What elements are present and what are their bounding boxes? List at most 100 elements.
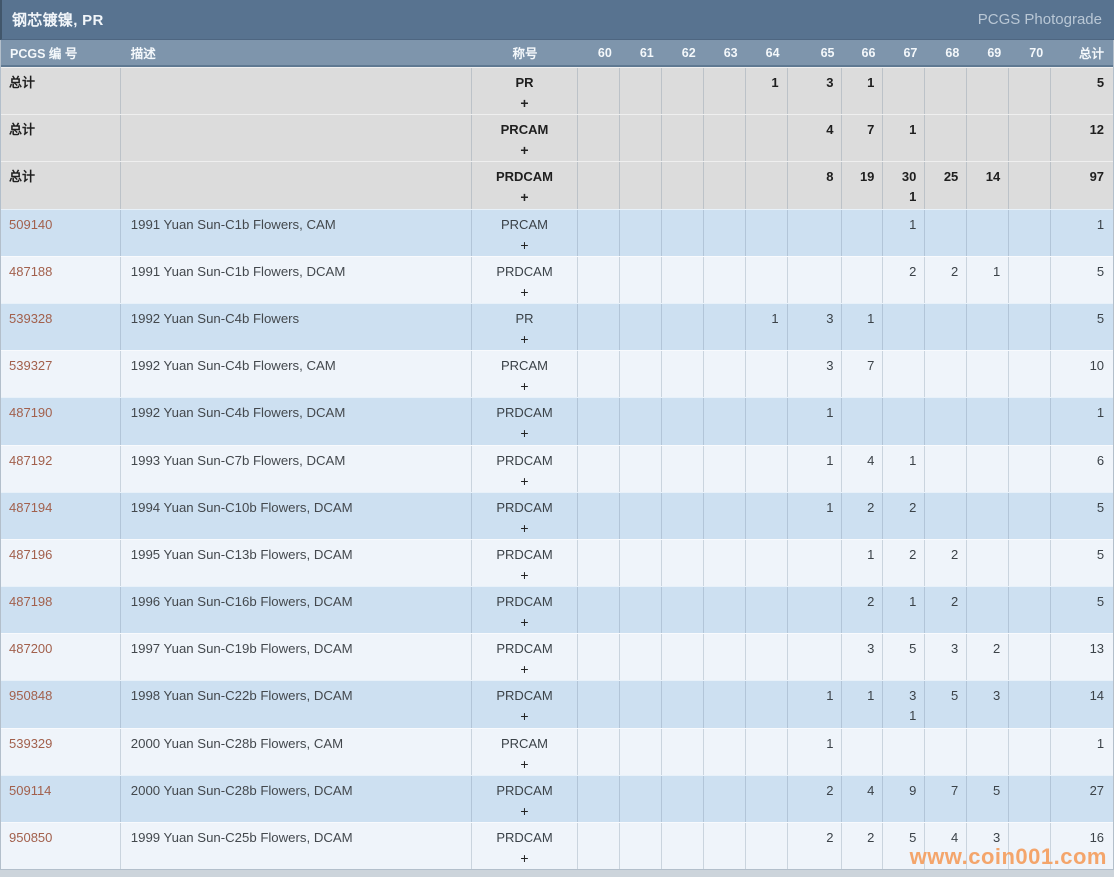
grade-cell-70 bbox=[1009, 587, 1051, 633]
grade-cell-62 bbox=[662, 446, 704, 492]
row-total-cell: 13 bbox=[1051, 634, 1113, 680]
row-total-value: 1 bbox=[1051, 734, 1104, 754]
grade-cell-66 bbox=[842, 729, 883, 775]
coin-description: 1991 Yuan Sun-C1b Flowers, CAM bbox=[131, 215, 471, 235]
pcgs-number-link[interactable]: 539328 bbox=[9, 311, 52, 326]
grade-cell-70 bbox=[1009, 304, 1051, 350]
grade-cell-65: 3 bbox=[788, 304, 843, 350]
designation-label: PRCAM bbox=[472, 356, 577, 376]
coin-description-cell: 1997 Yuan Sun-C19b Flowers, DCAM bbox=[121, 634, 472, 680]
designation-plus-label: + bbox=[472, 565, 577, 585]
row-total-cell: 5 bbox=[1051, 493, 1113, 539]
designation-label: PRDCAM bbox=[472, 828, 577, 848]
coin-description-cell: 1998 Yuan Sun-C22b Flowers, DCAM bbox=[121, 681, 472, 727]
grade-cell-70 bbox=[1009, 162, 1051, 208]
grade-cell-62 bbox=[662, 823, 704, 869]
row-total-cell: 27 bbox=[1051, 776, 1113, 822]
grade-cell-67: 5 bbox=[883, 823, 925, 869]
grade-cell-68: 3 bbox=[925, 634, 967, 680]
grade-cell-64 bbox=[746, 587, 788, 633]
header-grade-64: 64 bbox=[746, 46, 788, 60]
grade-cell-63 bbox=[704, 681, 746, 727]
pcgs-number-link[interactable]: 487200 bbox=[9, 641, 52, 656]
pcgs-number-link[interactable]: 509114 bbox=[9, 783, 51, 798]
pcgs-number-cell: 539329 bbox=[1, 729, 121, 775]
coin-description: 1992 Yuan Sun-C4b Flowers bbox=[131, 309, 471, 329]
grade-cell-69 bbox=[967, 351, 1009, 397]
designation-label: PRDCAM bbox=[472, 781, 577, 801]
row-total-value: 97 bbox=[1051, 167, 1104, 187]
photograde-link[interactable]: PCGS Photograde bbox=[978, 11, 1102, 28]
grade-cell-60 bbox=[578, 823, 620, 869]
coin-description: 1992 Yuan Sun-C4b Flowers, CAM bbox=[131, 356, 471, 376]
pcgs-number-link[interactable]: 950848 bbox=[9, 688, 52, 703]
grade-cell-66: 4 bbox=[842, 776, 883, 822]
page-title: 钢芯镀镍, PR bbox=[12, 9, 104, 30]
designation-cell: PRDCAM+ bbox=[472, 257, 578, 303]
grade-cell-65: 8 bbox=[788, 162, 843, 208]
coin-description-cell: 1993 Yuan Sun-C7b Flowers, DCAM bbox=[121, 446, 472, 492]
grade-cell-61 bbox=[620, 162, 662, 208]
table-row: 4871981996 Yuan Sun-C16b Flowers, DCAMPR… bbox=[1, 586, 1113, 633]
table-row: 总计PRCAM+47112 bbox=[1, 114, 1113, 161]
grade-cell-65: 1 bbox=[788, 446, 843, 492]
coin-description-cell: 1991 Yuan Sun-C1b Flowers, CAM bbox=[121, 210, 472, 256]
pcgs-number-link[interactable]: 487192 bbox=[9, 453, 52, 468]
grade-cell-64 bbox=[746, 446, 788, 492]
grade-cell-69 bbox=[967, 729, 1009, 775]
designation-label: PRDCAM bbox=[472, 639, 577, 659]
pcgs-number-link[interactable]: 509140 bbox=[9, 217, 52, 232]
grade-cell-68 bbox=[925, 304, 967, 350]
pcgs-number-link[interactable]: 487188 bbox=[9, 264, 52, 279]
grade-cell-70 bbox=[1009, 68, 1051, 114]
grade-cell-62 bbox=[662, 304, 704, 350]
pcgs-number-link[interactable]: 539327 bbox=[9, 358, 52, 373]
designation-plus-label: + bbox=[472, 706, 577, 726]
pcgs-number-cell: 539328 bbox=[1, 304, 121, 350]
grade-cell-63 bbox=[704, 115, 746, 161]
coin-description: 1996 Yuan Sun-C16b Flowers, DCAM bbox=[131, 592, 471, 612]
designation-cell: PRCAM+ bbox=[472, 115, 578, 161]
pcgs-number-link[interactable]: 487190 bbox=[9, 405, 52, 420]
row-total-value: 14 bbox=[1051, 686, 1104, 706]
pcgs-number-link[interactable]: 487198 bbox=[9, 594, 52, 609]
population-table: PCGS 编 号 描述 称号 60 61 62 63 64 65 66 67 6… bbox=[0, 40, 1114, 870]
table-row: 5091142000 Yuan Sun-C28b Flowers, DCAMPR… bbox=[1, 775, 1113, 822]
grade-cell-64 bbox=[746, 493, 788, 539]
pcgs-number-link[interactable]: 950850 bbox=[9, 830, 52, 845]
grade-cell-67: 9 bbox=[883, 776, 925, 822]
designation-cell: PRDCAM+ bbox=[472, 162, 578, 208]
grade-cell-68 bbox=[925, 398, 967, 444]
grade-cell-60 bbox=[578, 634, 620, 680]
designation-label: PRDCAM bbox=[472, 403, 577, 423]
row-total-value: 13 bbox=[1051, 639, 1104, 659]
grade-cell-65: 1 bbox=[788, 729, 843, 775]
coin-description: 1991 Yuan Sun-C1b Flowers, DCAM bbox=[131, 262, 471, 282]
grade-cell-63 bbox=[704, 351, 746, 397]
grade-cell-63 bbox=[704, 162, 746, 208]
grade-cell-65 bbox=[788, 257, 843, 303]
pcgs-number-link[interactable]: 487196 bbox=[9, 547, 52, 562]
grade-cell-68: 5 bbox=[925, 681, 967, 727]
designation-cell: PRDCAM+ bbox=[472, 634, 578, 680]
grade-cell-63 bbox=[704, 304, 746, 350]
grade-cell-63 bbox=[704, 729, 746, 775]
designation-plus-label: + bbox=[472, 93, 577, 113]
designation-plus-label: + bbox=[472, 329, 577, 349]
coin-description-cell: 1994 Yuan Sun-C10b Flowers, DCAM bbox=[121, 493, 472, 539]
grade-cell-61 bbox=[620, 540, 662, 586]
grade-cell-64: 1 bbox=[746, 68, 788, 114]
table-row: 4871921993 Yuan Sun-C7b Flowers, DCAMPRD… bbox=[1, 445, 1113, 492]
grade-cell-61 bbox=[620, 729, 662, 775]
grade-cell-63 bbox=[704, 68, 746, 114]
grade-cell-60 bbox=[578, 68, 620, 114]
grade-cell-64 bbox=[746, 351, 788, 397]
coin-description-cell: 1992 Yuan Sun-C4b Flowers, DCAM bbox=[121, 398, 472, 444]
table-row: 9508501999 Yuan Sun-C25b Flowers, DCAMPR… bbox=[1, 822, 1113, 869]
designation-cell: PRDCAM+ bbox=[472, 493, 578, 539]
grade-cell-64: 1 bbox=[746, 304, 788, 350]
pcgs-number-cell: 487188 bbox=[1, 257, 121, 303]
grade-cell-64 bbox=[746, 729, 788, 775]
pcgs-number-link[interactable]: 487194 bbox=[9, 500, 52, 515]
pcgs-number-link[interactable]: 539329 bbox=[9, 736, 52, 751]
